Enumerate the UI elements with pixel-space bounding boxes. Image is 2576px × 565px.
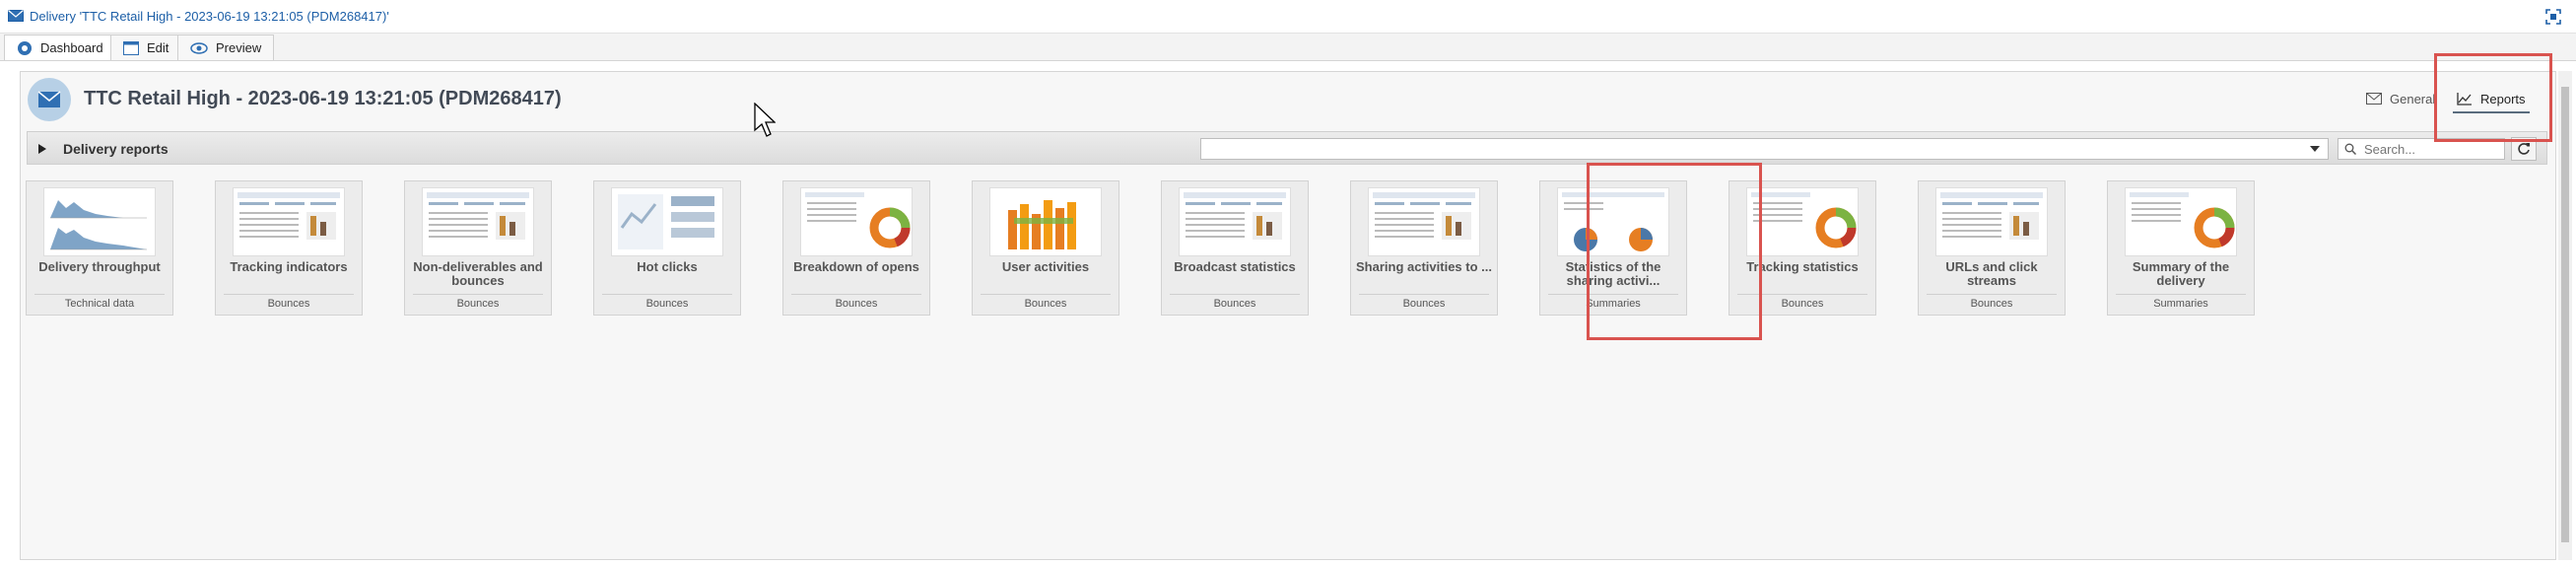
report-thumbnail [1746,187,1859,256]
report-card[interactable]: URLs and click streams Bounces [1918,180,2066,316]
report-card-category: Bounces [981,294,1111,313]
reports-bar-label: Delivery reports [63,141,169,157]
report-card-title: Delivery throughput [38,259,161,274]
tab-label: Dashboard [40,40,103,55]
eye-icon [190,41,208,54]
report-card-title: User activities [1001,259,1090,274]
envelope-icon [2366,93,2382,105]
report-thumbnail [233,187,345,256]
tab-preview[interactable]: Preview [177,35,275,60]
mouse-cursor-icon [754,103,776,137]
report-card-category: Bounces [224,294,354,313]
report-filter-select[interactable] [1200,138,2329,160]
report-card[interactable]: Summary of the delivery Summaries [2107,180,2255,316]
report-card-title: Breakdown of opens [793,259,919,274]
report-card-category: Bounces [1359,294,1489,313]
window-titlebar: Delivery 'TTC Retail High - 2023-06-19 1… [0,0,2576,34]
tab-label: Edit [147,40,169,55]
urls-card-highlight [1587,163,1762,340]
envelope-icon [37,91,61,107]
report-card[interactable]: Hot clicks Bounces [593,180,741,316]
delivery-header: TTC Retail High - 2023-06-19 13:21:05 (P… [21,72,2555,129]
chevron-down-icon [2310,146,2320,152]
report-card-category: Bounces [791,294,921,313]
report-card-category: Bounces [1170,294,1300,313]
delivery-avatar [28,78,71,121]
envelope-icon [8,10,24,22]
report-card-title: URLs and click streams [1945,259,2038,288]
report-card[interactable]: Non-deliverables and bounces Bounces [404,180,552,316]
window-title: Delivery 'TTC Retail High - 2023-06-19 1… [30,9,389,24]
page-title: TTC Retail High - 2023-06-19 13:21:05 (P… [84,88,562,109]
report-card-category: Technical data [34,294,165,313]
report-card[interactable]: Delivery throughput Technical data [26,180,173,316]
report-card-title: Hot clicks [637,259,698,274]
report-card-title: Non-deliverables and bounces [413,259,543,288]
expand-caret-icon[interactable] [37,143,47,155]
report-card-category: Bounces [1927,294,2057,313]
reports-tab-highlight [2434,53,2552,142]
report-thumbnail [989,187,1102,256]
scrollbar-thumb[interactable] [2561,87,2569,542]
dashboard-icon [18,40,32,55]
tab-label: Preview [216,40,262,55]
report-card[interactable]: Tracking indicators Bounces [215,180,363,316]
report-thumbnail [1935,187,2048,256]
report-thumbnail [43,187,156,256]
dashboard-panel: TTC Retail High - 2023-06-19 13:21:05 (P… [20,71,2556,560]
report-card-category: Bounces [413,294,543,313]
report-thumbnail [1368,187,1480,256]
report-card-title: Sharing activities to ... [1356,259,1492,274]
view-tabs: Dashboard Edit Preview [0,34,2576,61]
report-card[interactable]: Breakdown of opens Bounces [782,180,930,316]
tab-dashboard[interactable]: Dashboard [4,35,116,60]
report-card[interactable]: Broadcast statistics Bounces [1161,180,1309,316]
report-card[interactable]: Sharing activities to ... Bounces [1350,180,1498,316]
report-card-title: Tracking indicators [230,259,348,274]
tab-edit[interactable]: Edit [110,35,182,60]
tab-label: General [2390,91,2436,106]
report-thumbnail [611,187,723,256]
report-thumbnail [422,187,534,256]
delivery-reports-bar: Delivery reports [27,131,2547,165]
tab-general[interactable]: General [2362,86,2439,111]
report-card[interactable]: User activities Bounces [972,180,1119,316]
vertical-scrollbar[interactable] [2558,71,2572,560]
expand-icon[interactable] [2544,8,2562,26]
refresh-icon [2518,143,2530,155]
report-card-category: Summaries [2116,294,2246,313]
search-input[interactable] [2362,140,2504,158]
search-icon [2344,143,2356,155]
report-thumbnail [2125,187,2237,256]
report-card-title: Summary of the delivery [2132,259,2230,288]
report-card-title: Broadcast statistics [1174,259,1296,274]
report-thumbnail [1179,187,1291,256]
edit-icon [123,40,139,55]
report-card-category: Bounces [602,294,732,313]
report-thumbnail [800,187,913,256]
